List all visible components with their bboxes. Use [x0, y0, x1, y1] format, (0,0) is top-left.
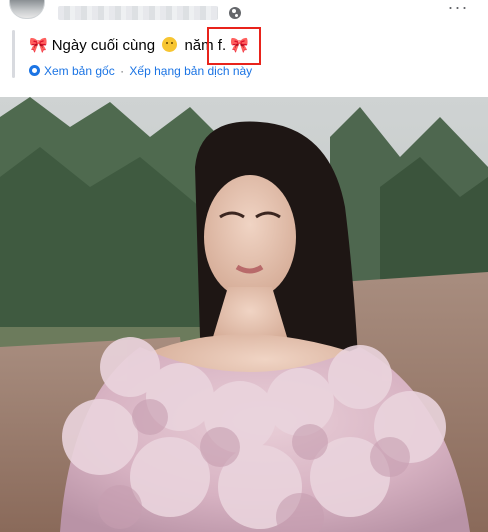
ribbon-emoji-icon: 🎀	[29, 37, 48, 54]
quote-bar	[12, 30, 15, 78]
translation-row: Xem bản gốc · Xếp hạng bản dịch này	[29, 63, 252, 79]
post-text-part1: Ngày cuối cùng	[51, 37, 156, 54]
globe-icon[interactable]	[229, 7, 241, 19]
red-highlight-box	[207, 27, 261, 65]
separator: ·	[120, 64, 125, 78]
gear-icon	[29, 65, 40, 76]
more-options-button[interactable]: ···	[446, 0, 470, 16]
facebook-post: ··· 🎀 Ngày cuối cùng năm f. 🎀 Xem bản gốc …	[0, 0, 488, 532]
see-original-link[interactable]: Xem bản gốc	[44, 64, 115, 78]
post-photo[interactable]	[0, 97, 488, 532]
smile-emoji-icon	[162, 37, 178, 52]
author-name-blurred[interactable]	[58, 6, 218, 20]
rate-translation-link[interactable]: Xếp hạng bản dịch này	[129, 64, 252, 78]
photo-illustration	[0, 97, 488, 532]
avatar[interactable]	[9, 0, 45, 19]
